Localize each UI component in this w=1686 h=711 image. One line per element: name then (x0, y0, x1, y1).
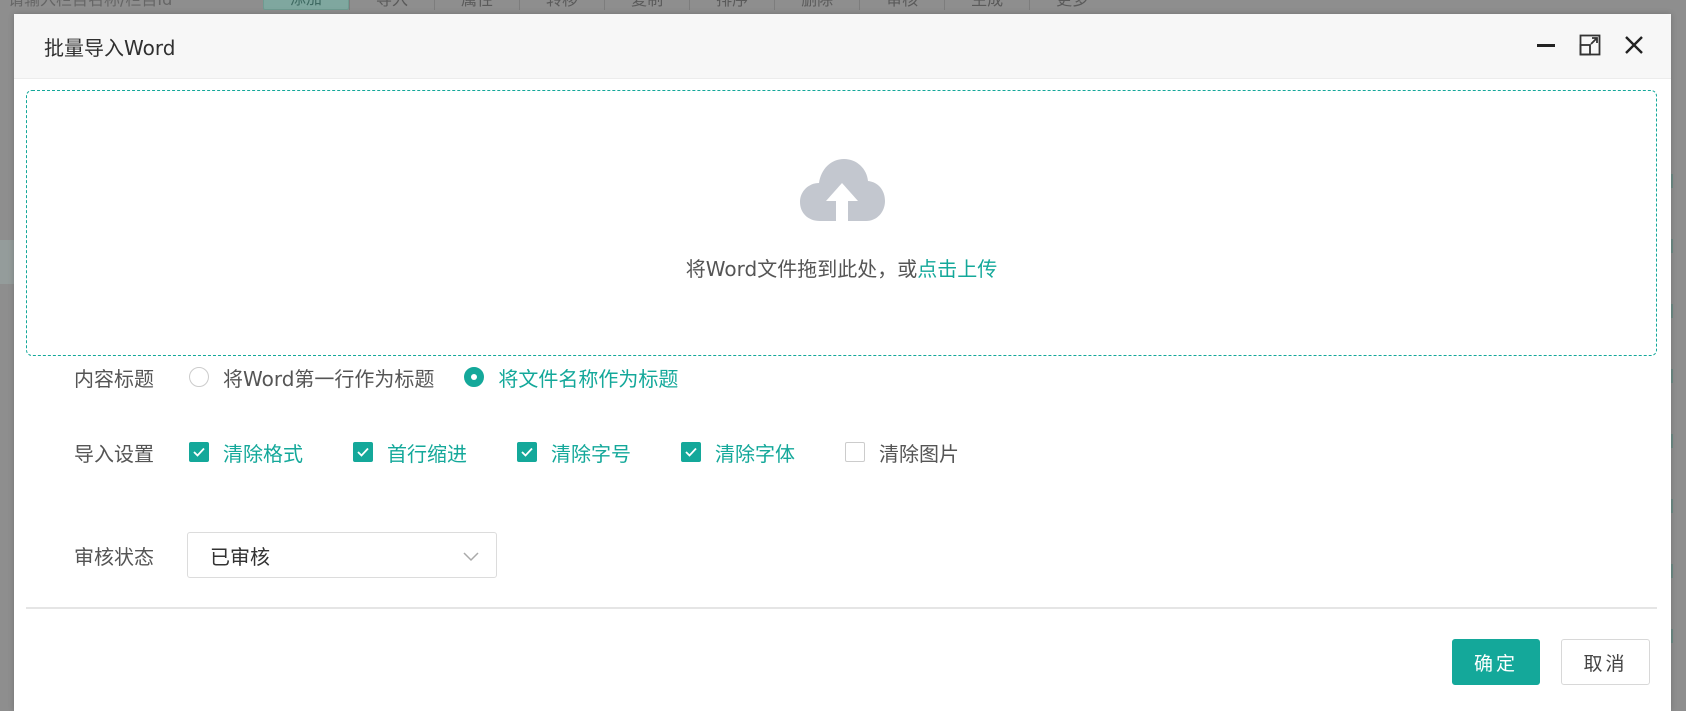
checkbox-label: 首行缩进 (387, 441, 467, 466)
background-toolbar: 请输入栏目名称/栏目Id 添加 导入 属性 转移 复制 排序 删除 审核 生成 … (0, 0, 1686, 14)
minimize-icon[interactable] (1535, 34, 1557, 56)
checkbox-clear-font-size[interactable]: 清除字号 (517, 438, 631, 467)
dialog-window-controls (1535, 34, 1645, 56)
background-row-highlight (0, 240, 14, 284)
content-title-row: 内容标题 将Word第一行作为标题 将文件名称作为标题 (74, 362, 678, 392)
radio-filename-title[interactable]: 将文件名称作为标题 (464, 363, 678, 392)
checkbox-label: 清除格式 (223, 441, 303, 466)
checkbox-clear-font[interactable]: 清除字体 (681, 438, 795, 467)
maximize-icon[interactable] (1579, 34, 1601, 56)
check-icon (193, 447, 205, 457)
upload-drop-zone[interactable]: 将Word文件拖到此处，或点击上传 (26, 90, 1657, 356)
background-add-button: 添加 (263, 0, 350, 10)
checkbox-checked[interactable] (681, 442, 701, 462)
checkbox-checked[interactable] (517, 442, 537, 462)
background-toolbar-item: 生成 (944, 0, 1029, 10)
checkbox-label: 清除字体 (715, 441, 795, 466)
dialog-header: 批量导入Word (14, 14, 1671, 79)
background-toolbar-item: 转移 (519, 0, 604, 10)
click-upload-link[interactable]: 点击上传 (917, 257, 997, 281)
dialog-title: 批量导入Word (44, 35, 176, 60)
radio-button-checked[interactable] (464, 367, 485, 387)
select-value: 已审核 (210, 544, 270, 569)
radio-button[interactable] (189, 367, 209, 387)
background-toolbar-item: 删除 (774, 0, 859, 10)
review-status-row: 审核状态 已审核 (74, 532, 497, 578)
radio-first-line-title[interactable]: 将Word第一行作为标题 (189, 363, 434, 392)
chevron-down-icon (462, 546, 480, 570)
upload-hint-text: 将Word文件拖到此处，或 (685, 257, 918, 281)
checkbox-clear-images[interactable]: 清除图片 (845, 438, 959, 467)
cloud-upload-icon (798, 157, 886, 227)
check-icon (685, 447, 697, 457)
check-icon (521, 447, 533, 457)
review-status-label: 审核状态 (74, 544, 154, 569)
review-status-select[interactable]: 已审核 (187, 532, 497, 578)
footer-divider (26, 607, 1657, 609)
checkbox-checked[interactable] (189, 442, 209, 462)
background-toolbar-item: 导入 (349, 0, 434, 10)
check-icon (357, 447, 369, 457)
import-settings-label: 导入设置 (74, 441, 154, 466)
checkbox-label: 清除字号 (551, 441, 631, 466)
radio-label: 将文件名称作为标题 (498, 366, 679, 391)
background-toolbar-item: 审核 (859, 0, 944, 10)
import-word-dialog: 批量导入Word 将Word文件拖到此处，或点击上传 内容标题 将Word第一行… (14, 14, 1671, 711)
checkbox-label: 清除图片 (879, 441, 959, 466)
checkbox-clear-format[interactable]: 清除格式 (189, 438, 303, 467)
content-title-label: 内容标题 (74, 366, 154, 391)
background-toolbar-item: 更多 (1029, 0, 1114, 10)
import-settings-row: 导入设置 清除格式 首行缩进 清除字号 清除字体 清除图片 (74, 437, 959, 467)
cancel-button[interactable]: 取消 (1561, 639, 1650, 685)
radio-label: 将Word第一行作为标题 (223, 366, 435, 391)
checkbox-unchecked[interactable] (845, 442, 865, 462)
checkbox-checked[interactable] (353, 442, 373, 462)
background-toolbar-item: 复制 (604, 0, 689, 10)
close-icon[interactable] (1623, 34, 1645, 56)
confirm-button[interactable]: 确定 (1452, 639, 1540, 685)
background-toolbar-item: 属性 (434, 0, 519, 10)
upload-instructions: 将Word文件拖到此处，或点击上传 (27, 253, 1656, 282)
background-toolbar-item: 排序 (689, 0, 774, 10)
checkbox-first-line-indent[interactable]: 首行缩进 (353, 438, 467, 467)
background-search-input: 请输入栏目名称/栏目Id (0, 0, 263, 10)
